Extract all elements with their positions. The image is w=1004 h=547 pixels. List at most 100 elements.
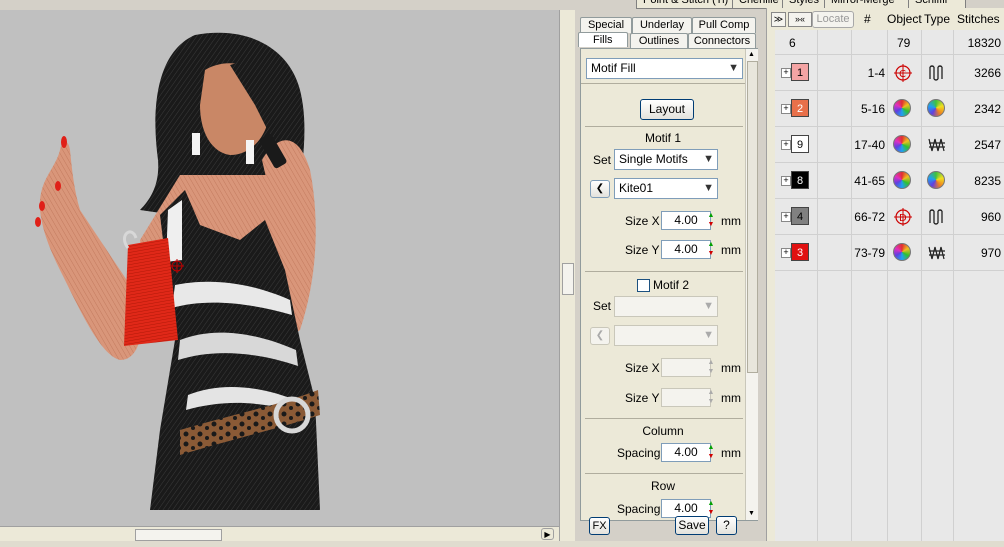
summary-objects: 79 [897, 36, 911, 50]
expand-plus-icon[interactable]: + [781, 176, 791, 186]
color-swatch[interactable]: 9 [791, 135, 809, 153]
tab-fills[interactable]: Fills [578, 32, 628, 47]
circle-c-icon: C [893, 63, 913, 83]
collapse-all-icon[interactable]: ≫ [771, 12, 786, 27]
properties-scrollbar[interactable]: ▲ ▼ [745, 49, 758, 520]
color-ball-icon [927, 171, 947, 191]
column-spacing-spinner[interactable]: ▲ ▼ [706, 443, 716, 462]
color-block-row[interactable]: +2 5-16 2342 [775, 92, 1004, 128]
color-block-row[interactable]: +1 1-4 C 3266 [775, 56, 1004, 92]
color-swatch[interactable]: 3 [791, 243, 809, 261]
motif2-size-x-spinner[interactable]: ▲ ▼ [706, 358, 716, 377]
spin-up-icon[interactable]: ▲ [706, 240, 716, 249]
expand-plus-icon[interactable]: + [781, 248, 791, 258]
properties-scroll-thumb[interactable] [747, 61, 758, 373]
canvas-horizontal-scrollbar[interactable]: ▶ [0, 526, 559, 542]
expand-plus-icon[interactable]: + [781, 212, 791, 222]
motif2-prev-button[interactable]: ❮ [590, 327, 610, 345]
vertical-scroll-thumb[interactable] [562, 263, 574, 295]
expand-plus-icon[interactable]: + [781, 68, 791, 78]
column-spacing-input[interactable]: 4.00 [661, 443, 711, 462]
col-header-stitches[interactable]: Stitches [957, 12, 1000, 26]
tab-underlay[interactable]: Underlay [632, 17, 692, 33]
motif2-size-y-spinner[interactable]: ▲ ▼ [706, 388, 716, 407]
color-swatch[interactable]: 2 [791, 99, 809, 117]
chevron-down-icon: ▼ [703, 153, 714, 165]
horizontal-scroll-thumb[interactable] [135, 529, 222, 541]
motif2-motif-dropdown[interactable]: ▼ [614, 325, 718, 346]
motif2-set-dropdown[interactable]: ▼ [614, 296, 718, 317]
expand-plus-icon[interactable]: + [781, 104, 791, 114]
spin-down-icon[interactable]: ▼ [706, 367, 716, 376]
motif1-set-dropdown[interactable]: Single Motifs ▼ [614, 149, 718, 170]
scroll-down-icon[interactable]: ▼ [746, 508, 757, 519]
tab-special[interactable]: Special [580, 17, 632, 33]
tab-pull-comp[interactable]: Pull Comp [692, 17, 756, 33]
motif1-size-y-input[interactable]: 4.00 [661, 240, 711, 259]
tab-outlines[interactable]: Outlines [630, 33, 688, 49]
spin-up-icon[interactable]: ▲ [706, 499, 716, 508]
tab-point-stitch[interactable]: Point & Stitch (Ti) [636, 0, 742, 9]
motif1-size-x-spinner[interactable]: ▲ ▼ [706, 211, 716, 230]
color-block-row[interactable]: +3 73-79 970 [775, 236, 1004, 272]
stitch-count: 970 [980, 246, 1001, 260]
color-swatch[interactable]: 4 [791, 207, 809, 225]
color-ball-icon [893, 99, 913, 119]
chevron-down-icon: ▼ [703, 329, 714, 341]
color-block-row[interactable]: +4 66-72 D 960 [775, 200, 1004, 236]
motif1-motif-value: Kite01 [619, 181, 654, 195]
chevron-down-icon: ▼ [728, 62, 739, 74]
locate-button[interactable]: Locate [812, 11, 854, 28]
motif1-size-y-label: Size Y [625, 243, 660, 257]
spin-down-icon[interactable]: ▼ [706, 220, 716, 229]
grid-line [775, 126, 1004, 127]
col-header-object[interactable]: Object [887, 12, 922, 26]
object-range: 5-16 [860, 102, 885, 116]
fills-tab-content: Motif Fill ▼ Layout Motif 1 Set Single M… [580, 48, 758, 521]
expand-all-icon[interactable]: »« [788, 12, 812, 27]
motif-prev-button[interactable]: ❮ [590, 180, 610, 198]
color-block-row[interactable]: +8 41-65 8235 [775, 164, 1004, 200]
color-swatch[interactable]: 8 [791, 171, 809, 189]
divider [581, 83, 745, 84]
fx-button[interactable]: FX [589, 517, 610, 535]
help-button[interactable]: ? [716, 516, 737, 535]
col-header-type[interactable]: Type [924, 12, 950, 26]
color-block-row[interactable]: +9 17-40 2547 [775, 128, 1004, 164]
spin-down-icon[interactable]: ▼ [706, 249, 716, 258]
save-button[interactable]: Save [675, 516, 709, 535]
motif1-size-x-input[interactable]: 4.00 [661, 211, 711, 230]
motif1-motif-dropdown[interactable]: Kite01 ▼ [614, 178, 718, 199]
color-ball-icon [893, 243, 913, 263]
spin-up-icon[interactable]: ▲ [706, 358, 716, 367]
spin-up-icon[interactable]: ▲ [706, 443, 716, 452]
row-spacing-spinner[interactable]: ▲ ▼ [706, 499, 716, 518]
spin-up-icon[interactable]: ▲ [706, 211, 716, 220]
summary-stitches: 18320 [967, 36, 1001, 50]
spin-down-icon[interactable]: ▼ [706, 397, 716, 406]
fill-type-value: Motif Fill [591, 61, 636, 75]
scroll-right-icon[interactable]: ▶ [541, 528, 554, 540]
design-canvas[interactable] [0, 10, 559, 526]
expand-plus-icon[interactable]: + [781, 140, 791, 150]
tab-connectors[interactable]: Connectors [688, 33, 756, 49]
spin-down-icon[interactable]: ▼ [706, 452, 716, 461]
color-swatch[interactable]: 1 [791, 63, 809, 81]
motif2-checkbox[interactable] [637, 279, 650, 292]
divider [585, 271, 743, 272]
chevron-down-icon: ▼ [703, 300, 714, 312]
motif2-size-x-input[interactable] [661, 358, 711, 377]
color-ball-icon [893, 171, 913, 191]
stitch-count: 960 [980, 210, 1001, 224]
fill-type-dropdown[interactable]: Motif Fill ▼ [586, 58, 743, 79]
layout-button[interactable]: Layout [640, 99, 694, 120]
scroll-up-icon[interactable]: ▲ [746, 49, 757, 60]
canvas-vertical-scrollbar[interactable] [559, 10, 575, 541]
spin-up-icon[interactable]: ▲ [706, 388, 716, 397]
motif1-size-y-spinner[interactable]: ▲ ▼ [706, 240, 716, 259]
motif2-size-y-input[interactable] [661, 388, 711, 407]
stitch-count: 3266 [974, 66, 1001, 80]
col-header-number[interactable]: # [864, 12, 871, 26]
motif2-set-label: Set [593, 299, 612, 313]
column-spacing-label: Spacing [617, 446, 661, 460]
